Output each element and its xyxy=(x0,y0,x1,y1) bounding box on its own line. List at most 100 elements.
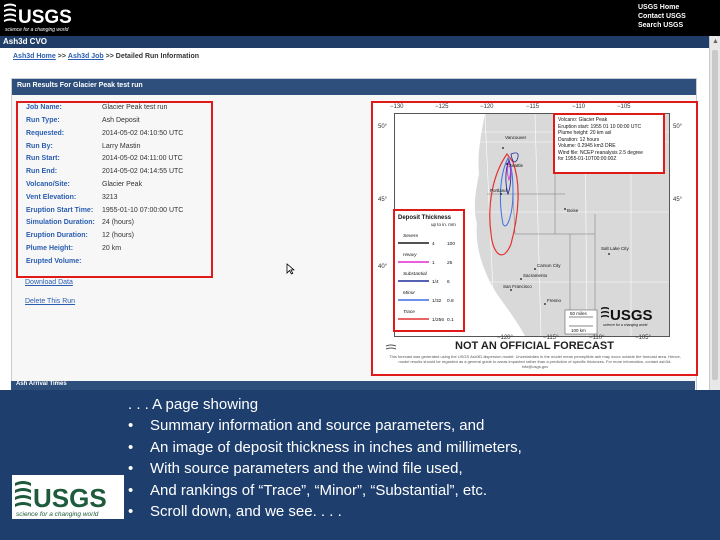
run-info-table: Job Name: Glacier Peak test run Run Type:… xyxy=(16,101,213,278)
info-label: Erupted Volume: xyxy=(26,258,82,265)
run-metadata-box: Volcano: Glacier Peak Eruption start: 19… xyxy=(553,113,665,174)
info-value: 2014-05-02 04:10:50 UTC xyxy=(102,130,184,137)
lat-tick: 45° xyxy=(673,197,683,203)
download-data-link[interactable]: Download Data xyxy=(25,279,73,286)
city-label: Vancouver xyxy=(505,135,527,140)
info-label: Plume Height: xyxy=(26,245,74,252)
info-label: Run Start: xyxy=(26,155,60,162)
info-label: Volcano/Site: xyxy=(26,181,70,188)
legend-inches: 4 xyxy=(432,241,435,247)
lon-tick: −130 xyxy=(390,104,404,110)
info-label: Run By: xyxy=(26,143,53,150)
legend-level-name: Severe xyxy=(403,233,419,239)
usgs-home-link[interactable]: USGS Home xyxy=(638,3,718,12)
info-value: 3213 xyxy=(102,194,118,201)
svg-text:USGS: USGS xyxy=(33,483,107,513)
caption-bullet: • With source parameters and the wind fil… xyxy=(128,460,463,477)
breadcrumb-current: Detailed Run Information xyxy=(115,53,200,60)
lon-tick: −105 xyxy=(617,104,631,110)
breadcrumb-separator: >> xyxy=(105,53,114,60)
scale-miles: 50 miles xyxy=(570,311,588,316)
caption-usgs-logo: USGS science for a changing world xyxy=(12,475,124,519)
site-title-bar: Ash3d CVO xyxy=(0,36,720,48)
contact-usgs-link[interactable]: Contact USGS xyxy=(638,12,718,21)
info-value: 2014-05-02 04:11:00 UTC xyxy=(102,155,183,162)
caption-bullet: • Summary information and source paramete… xyxy=(128,417,485,434)
deposit-map-image: −130 −125 −120 −115 −110 −105 50° 45° 40… xyxy=(371,101,698,376)
vertical-scrollbar[interactable]: ▲ xyxy=(709,36,720,390)
breadcrumb-ash3d-job[interactable]: Ash3d Job xyxy=(68,53,104,60)
legend-mm: 100 xyxy=(447,241,455,247)
legend-inches: 1/4 xyxy=(432,279,439,285)
site-title[interactable]: Ash3d CVO xyxy=(3,37,47,46)
breadcrumb: Ash3d Home >> Ash3d Job >> Detailed Run … xyxy=(13,53,199,60)
city-label: Portland xyxy=(490,188,507,193)
city-label: Fresno xyxy=(547,298,562,303)
info-label: Simulation Duration: xyxy=(26,219,95,226)
caption-bullet: • And rankings of “Trace”, “Minor”, “Subs… xyxy=(128,482,488,499)
city-label: San Francisco xyxy=(503,284,532,289)
site-header: USGS science for a changing world USGS H… xyxy=(0,0,720,36)
not-official-forecast-label: NOT AN OFFICIAL FORECAST xyxy=(455,340,614,352)
scrollbar-thumb[interactable] xyxy=(712,50,718,380)
breadcrumb-separator: >> xyxy=(57,53,66,60)
legend-inches: 1/256 xyxy=(432,317,444,323)
caption-bullet: • Scroll down, and we see. . . . xyxy=(128,503,342,520)
legend-inches: 1 xyxy=(432,260,435,266)
search-usgs-link[interactable]: Search USGS xyxy=(638,21,718,30)
legend-level-name: Minor xyxy=(403,290,415,296)
meta-line: for 1955-01-10T00:00:00Z xyxy=(558,156,617,162)
lat-tick: 50° xyxy=(673,124,683,130)
legend-mm: 0.8 xyxy=(447,298,454,304)
lon-tick: −120 xyxy=(480,104,494,110)
lon-tick: −125 xyxy=(435,104,449,110)
lon-tick: −115 xyxy=(526,104,540,110)
svg-text:science for a changing world: science for a changing world xyxy=(16,511,99,518)
info-value: 24 (hours) xyxy=(102,219,134,226)
svg-text:science for a changing world: science for a changing world xyxy=(603,323,648,327)
info-value: Larry Mastin xyxy=(102,143,141,150)
legend-level-name: Substantial xyxy=(403,271,428,277)
slide-caption: . . . A page showing • Summary informatio… xyxy=(0,390,720,540)
city-label: Salt Lake City xyxy=(601,246,630,251)
lat-tick: 40° xyxy=(378,264,388,270)
delete-run-link[interactable]: Delete This Run xyxy=(25,298,75,305)
city-label: Sacramento xyxy=(523,273,548,278)
info-label: Eruption Start Time: xyxy=(26,207,94,214)
info-label: Eruption Duration: xyxy=(26,232,88,239)
svg-text:USGS: USGS xyxy=(610,307,653,324)
city-label: Carson City xyxy=(537,263,561,268)
legend-mm: 6 xyxy=(447,279,450,285)
info-label: Job Name: xyxy=(26,104,62,111)
legend-level-name: Heavy xyxy=(403,252,417,258)
legend-level-name: Trace xyxy=(403,309,415,315)
info-value: 12 (hours) xyxy=(102,232,134,239)
info-label: Requested: xyxy=(26,130,65,137)
scale-km: 100 km xyxy=(571,328,586,333)
svg-text:science for a changing world: science for a changing world xyxy=(5,27,69,33)
info-value: Glacier Peak test run xyxy=(102,104,168,111)
legend-inches: 1/32 xyxy=(432,298,442,304)
info-value: 1955-01-10 07:00:00 UTC xyxy=(102,207,184,214)
svg-text:USGS: USGS xyxy=(18,7,72,28)
legend-mm: 0.1 xyxy=(447,317,454,323)
lon-tick: −110 xyxy=(572,104,586,110)
info-label: Run End: xyxy=(26,168,58,175)
breadcrumb-ash3d-home[interactable]: Ash3d Home xyxy=(13,53,56,60)
info-value: Glacier Peak xyxy=(102,181,143,188)
legend-title: Deposit Thickness xyxy=(398,215,452,221)
lat-tick: 50° xyxy=(378,124,388,130)
panel-title: Run Results For Glacier Peak test run xyxy=(17,82,143,89)
info-value: Ash Deposit xyxy=(102,117,140,124)
disclaimer-text: This forecast was generated using the US… xyxy=(389,354,681,369)
info-label: Vent Elevation: xyxy=(26,194,77,201)
caption-bullet: • An image of deposit thickness in inches… xyxy=(128,439,522,456)
info-label: Run Type: xyxy=(26,117,60,124)
scroll-up-icon[interactable]: ▲ xyxy=(712,38,719,45)
city-label: Seattle xyxy=(509,163,524,168)
ash-arrival-times-bar: Ash Arrival Times xyxy=(11,381,695,390)
ash-arrival-times-title: Ash Arrival Times xyxy=(16,381,67,387)
usgs-logo[interactable]: USGS science for a changing world xyxy=(2,1,86,34)
info-value: 2014-05-02 04:14:55 UTC xyxy=(102,168,184,175)
deposit-thickness-legend: Deposit Thickness up to in. mm Severe 4 10… xyxy=(393,209,465,332)
